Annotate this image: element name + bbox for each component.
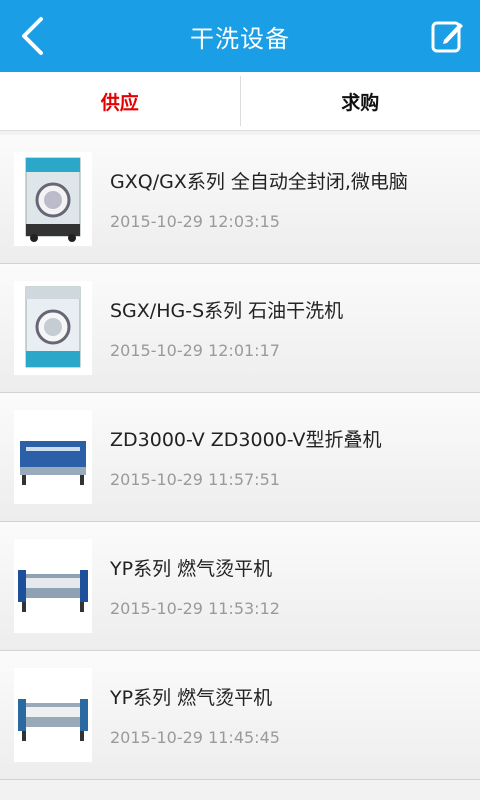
item-title: YP系列 燃气烫平机 xyxy=(110,687,273,709)
list-item[interactable]: SGX/HG-S系列 石油干洗机 2015-10-29 12:01:17 xyxy=(0,264,480,393)
product-thumbnail xyxy=(14,152,92,246)
item-title: YP系列 燃气烫平机 xyxy=(110,558,273,580)
product-thumbnail xyxy=(14,668,92,762)
back-arrow-icon xyxy=(22,17,43,55)
app-header: 干洗设备 xyxy=(0,0,480,72)
list-item[interactable]: ZD3000-V ZD3000-V型折叠机 2015-10-29 11:57:5… xyxy=(0,393,480,522)
item-timestamp: 2015-10-29 12:01:17 xyxy=(110,341,280,360)
tab-bar: 供应 求购 xyxy=(0,72,480,131)
item-timestamp: 2015-10-29 11:57:51 xyxy=(110,470,280,489)
list-item[interactable]: YP系列 燃气烫平机 2015-10-29 11:45:45 xyxy=(0,651,480,780)
back-button[interactable] xyxy=(14,14,50,58)
dry-cleaning-machine-icon xyxy=(25,286,81,368)
product-thumbnail xyxy=(14,281,92,375)
item-timestamp: 2015-10-29 11:53:12 xyxy=(110,599,280,618)
tab-purchase[interactable]: 求购 xyxy=(241,72,480,130)
edit-button[interactable] xyxy=(428,16,468,56)
product-thumbnail xyxy=(14,539,92,633)
item-timestamp: 2015-10-29 11:45:45 xyxy=(110,728,280,747)
product-thumbnail xyxy=(14,410,92,504)
product-list: GXQ/GX系列 全自动全封闭,微电脑 2015-10-29 12:03:15 … xyxy=(0,135,480,780)
ironing-machine-icon xyxy=(18,570,88,612)
edit-icon xyxy=(431,21,463,53)
item-title: ZD3000-V ZD3000-V型折叠机 xyxy=(110,429,382,451)
list-item[interactable]: YP系列 燃气烫平机 2015-10-29 11:53:12 xyxy=(0,522,480,651)
list-item[interactable]: GXQ/GX系列 全自动全封闭,微电脑 2015-10-29 12:03:15 xyxy=(0,135,480,264)
ironing-machine-icon xyxy=(18,699,88,741)
dry-cleaning-machine-icon xyxy=(25,157,81,242)
item-title: GXQ/GX系列 全自动全封闭,微电脑 xyxy=(110,171,408,193)
item-title: SGX/HG-S系列 石油干洗机 xyxy=(110,300,344,322)
folding-machine-icon xyxy=(20,441,86,485)
item-timestamp: 2015-10-29 12:03:15 xyxy=(110,212,280,231)
tab-supply[interactable]: 供应 xyxy=(0,72,240,130)
page-title: 干洗设备 xyxy=(190,24,290,53)
